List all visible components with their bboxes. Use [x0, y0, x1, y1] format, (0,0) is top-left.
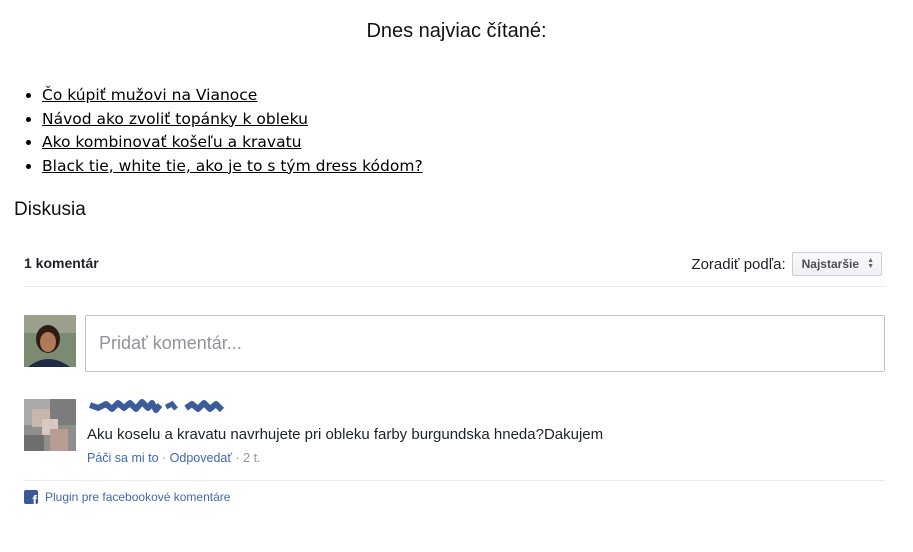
user-photo-icon	[24, 315, 76, 367]
sort-select-value: Najstaršie	[801, 257, 859, 271]
avatar[interactable]	[24, 399, 76, 451]
reply-link[interactable]: Odpovedať	[170, 451, 232, 465]
most-read-list: Čo kúpiť mužovi na Vianoce Návod ako zvo…	[24, 84, 423, 178]
list-item: Čo kúpiť mužovi na Vianoce	[42, 84, 423, 108]
article-link[interactable]: Black tie, white tie, ako je to s tým dr…	[42, 157, 423, 175]
list-item: Návod ako zvoliť topánky k obleku	[42, 108, 423, 132]
article-link[interactable]: Ako kombinovať košeľu a kravatu	[42, 133, 302, 151]
plugin-footer: f Plugin pre facebookové komentáre	[24, 480, 886, 504]
most-read-title: Dnes najviac čítané:	[366, 20, 547, 42]
comment-count: 1 komentár	[24, 255, 99, 271]
facebook-plugin-link[interactable]: Plugin pre facebookové komentáre	[45, 490, 230, 504]
comment-composer	[24, 315, 886, 373]
article-link[interactable]: Návod ako zvoliť topánky k obleku	[42, 110, 308, 128]
facebook-comments-plugin: 1 komentár Zoradiť podľa: Najstaršie ▲▼	[24, 244, 886, 504]
sort-arrows-icon: ▲ ▼	[867, 257, 874, 270]
comment-actions: Páči sa mi to · Odpovedať · 2 t.	[87, 451, 261, 465]
blurred-photo-icon	[24, 399, 76, 451]
sort-control: Zoradiť podľa: Najstaršie ▲ ▼	[691, 252, 882, 276]
sort-select[interactable]: Najstaršie ▲ ▼	[791, 252, 882, 276]
comment-item: Aku koselu a kravatu navrhujete pri oble…	[24, 399, 886, 469]
sort-label: Zoradiť podľa:	[691, 255, 786, 273]
list-item: Ako kombinovať košeľu a kravatu	[42, 131, 423, 155]
separator: ·	[158, 451, 170, 465]
comment-time: · 2 t.	[232, 451, 261, 465]
discussion-heading: Diskusia	[14, 199, 86, 220]
comment-input[interactable]	[85, 315, 885, 372]
redacted-name-icon	[88, 399, 225, 413]
article-link[interactable]: Čo kúpiť mužovi na Vianoce	[42, 86, 257, 104]
commenter-name-redacted[interactable]	[88, 399, 228, 422]
comments-header: 1 komentár Zoradiť podľa: Najstaršie ▲ ▼	[24, 244, 886, 287]
comment-text: Aku koselu a kravatu navrhujete pri oble…	[87, 426, 604, 443]
facebook-icon: f	[24, 490, 38, 504]
avatar	[24, 315, 76, 367]
like-link[interactable]: Páči sa mi to	[87, 451, 159, 465]
list-item: Black tie, white tie, ako je to s tým dr…	[42, 155, 423, 179]
